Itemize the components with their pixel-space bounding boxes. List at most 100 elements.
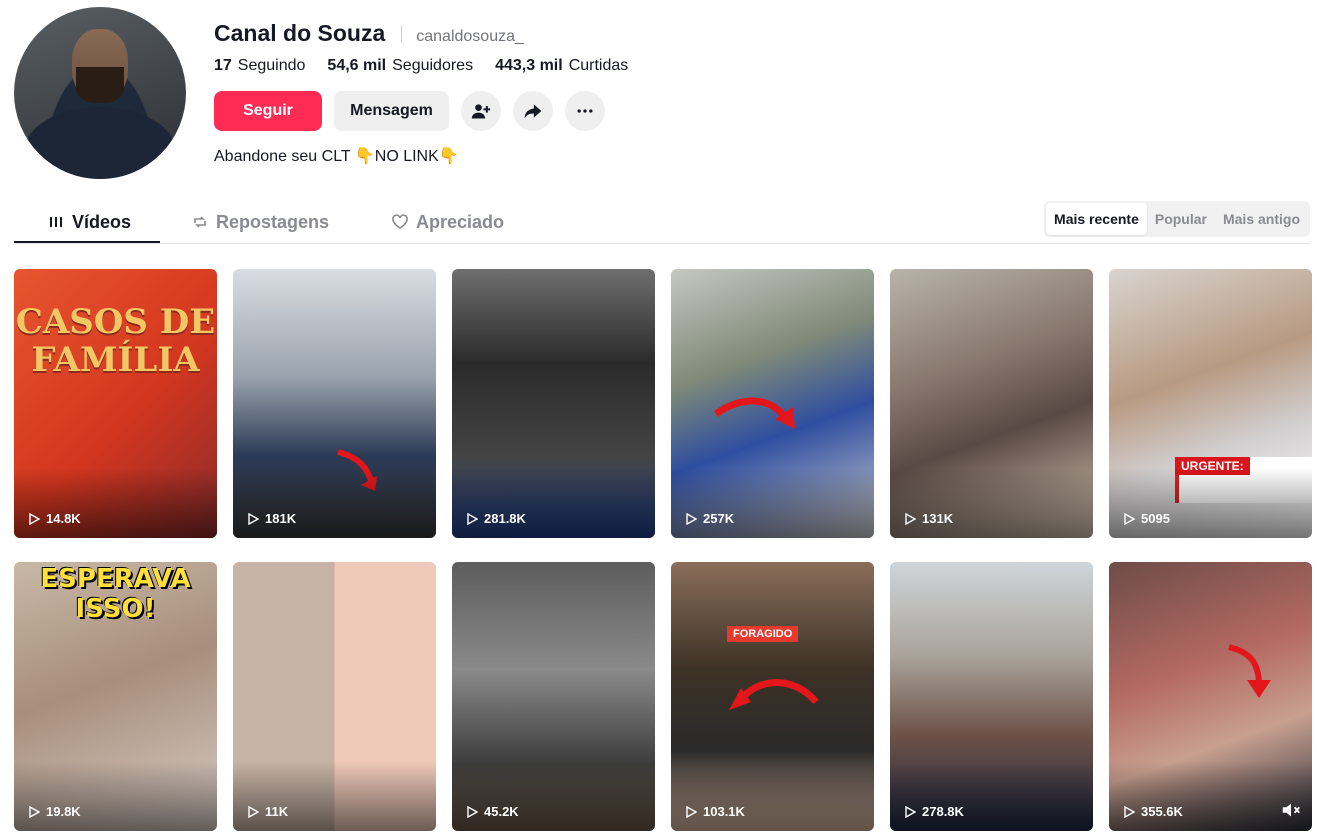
video-card[interactable]: 281.8K	[452, 269, 655, 538]
video-shade	[14, 468, 217, 538]
video-grid: CASOS DE FAMÍLIA 14.8K 181K 281.8K 257K	[14, 269, 1312, 831]
video-overlay-text: CASOS DE FAMÍLIA	[15, 302, 216, 380]
view-count: 103.1K	[703, 804, 745, 819]
sort-popular[interactable]: Popular	[1147, 203, 1215, 235]
video-views: 11K	[247, 804, 288, 819]
more-dots-icon	[577, 109, 593, 113]
video-shade	[452, 761, 655, 831]
avatar-beard	[76, 67, 124, 103]
wanted-tag: FORAGIDO	[727, 626, 799, 642]
video-card[interactable]: 11K	[233, 562, 436, 831]
tab-liked-label: Apreciado	[416, 211, 505, 232]
red-arrow-icon	[1228, 644, 1271, 698]
stat-likes: 443,3 mil Curtidas	[495, 57, 628, 75]
video-card[interactable]: CASOS DE FAMÍLIA 14.8K	[14, 269, 217, 538]
video-views: 103.1K	[685, 804, 745, 819]
profile-stats: 17 Seguindo 54,6 mil Seguidores 443,3 mil C…	[214, 57, 628, 75]
message-button[interactable]: Mensagem	[334, 91, 449, 131]
play-icon	[905, 512, 916, 525]
red-arrow-icon	[729, 679, 819, 710]
view-count: 281.8K	[484, 511, 526, 526]
followers-count: 54,6 mil	[327, 57, 387, 74]
play-icon	[29, 805, 40, 818]
tab-reposts[interactable]: Repostagens	[192, 200, 329, 244]
video-shade	[14, 761, 217, 831]
profile-actions: Seguir Mensagem	[214, 91, 605, 131]
view-count: 11K	[265, 804, 289, 819]
video-shade	[233, 761, 436, 831]
share-arrow-icon	[524, 104, 542, 119]
tab-videos[interactable]: Vídeos	[48, 200, 131, 244]
video-shade	[1109, 468, 1312, 538]
video-card[interactable]: ESPERAVA ISSO! 19.8K	[14, 562, 217, 831]
play-icon	[248, 512, 259, 525]
video-views: 14.8K	[28, 511, 81, 526]
red-arrow-icon	[713, 397, 795, 429]
stat-followers[interactable]: 54,6 mil Seguidores	[327, 57, 473, 75]
video-card[interactable]: 131K	[890, 269, 1093, 538]
view-count: 278.8K	[922, 804, 964, 819]
video-views: 131K	[904, 511, 953, 526]
video-card[interactable]: 181K	[233, 269, 436, 538]
video-shade	[890, 468, 1093, 538]
video-views: 19.8K	[28, 804, 81, 819]
share-button[interactable]	[513, 91, 553, 131]
sort-oldest[interactable]: Mais antigo	[1215, 203, 1308, 235]
stat-following[interactable]: 17 Seguindo	[214, 57, 305, 75]
video-shade	[671, 761, 874, 831]
video-views: 355.6K	[1123, 804, 1183, 819]
play-icon	[905, 805, 916, 818]
repost-icon	[194, 216, 206, 228]
play-icon	[248, 805, 259, 818]
play-icon	[29, 512, 40, 525]
video-shade	[890, 761, 1093, 831]
likes-count: 443,3 mil	[495, 57, 563, 74]
play-icon	[686, 805, 697, 818]
likes-label: Curtidas	[568, 57, 629, 74]
follow-button[interactable]: Seguir	[214, 91, 322, 131]
video-shade	[671, 468, 874, 538]
play-icon	[467, 512, 478, 525]
view-count: 181K	[265, 511, 297, 526]
sort-toggle: Mais recente Popular Mais antigo	[1044, 201, 1310, 237]
view-count: 5095	[1141, 511, 1170, 526]
video-overlay-text: ESPERAVA ISSO!	[40, 564, 191, 624]
video-card[interactable]: FORAGIDO 103.1K	[671, 562, 874, 831]
tab-videos-label: Vídeos	[72, 211, 132, 232]
profile-avatar	[14, 7, 186, 179]
tab-liked[interactable]: Apreciado	[392, 200, 504, 244]
view-count: 19.8K	[46, 804, 81, 819]
display-name: Canal do Souza	[214, 20, 386, 46]
followers-label: Seguidores	[392, 57, 474, 74]
view-count: 45.2K	[484, 804, 519, 819]
muted-speaker-icon[interactable]	[1280, 799, 1302, 821]
tab-reposts-label: Repostagens	[216, 211, 330, 232]
video-views: 45.2K	[466, 804, 519, 819]
sort-latest[interactable]: Mais recente	[1046, 203, 1147, 235]
profile-bio: Abandone seu CLT 👇NO LINK👇	[214, 148, 459, 165]
heart-lock-icon	[392, 214, 408, 229]
following-label: Seguindo	[237, 57, 306, 74]
profile-name-row: Canal do Souza canaldosouza_	[214, 20, 524, 47]
more-options-button[interactable]	[565, 91, 605, 131]
video-card[interactable]: 278.8K	[890, 562, 1093, 831]
name-divider	[401, 24, 403, 43]
video-views: 281.8K	[466, 511, 526, 526]
view-count: 355.6K	[1141, 804, 1183, 819]
play-icon	[467, 805, 478, 818]
video-card[interactable]: 355.6K	[1109, 562, 1312, 831]
video-shade	[233, 468, 436, 538]
grid-bars-icon	[50, 217, 62, 227]
play-icon	[1124, 805, 1135, 818]
video-card[interactable]: URGENTE: 5095	[1109, 269, 1312, 538]
username: canaldosouza_	[416, 28, 524, 45]
suggested-accounts-button[interactable]	[461, 91, 501, 131]
view-count: 131K	[922, 511, 954, 526]
avatar-hoodie	[24, 107, 176, 179]
video-views: 257K	[685, 511, 734, 526]
video-card[interactable]: 45.2K	[452, 562, 655, 831]
video-views: 278.8K	[904, 804, 964, 819]
video-card[interactable]: 257K	[671, 269, 874, 538]
add-friend-icon	[471, 104, 491, 119]
video-views: 181K	[247, 511, 296, 526]
